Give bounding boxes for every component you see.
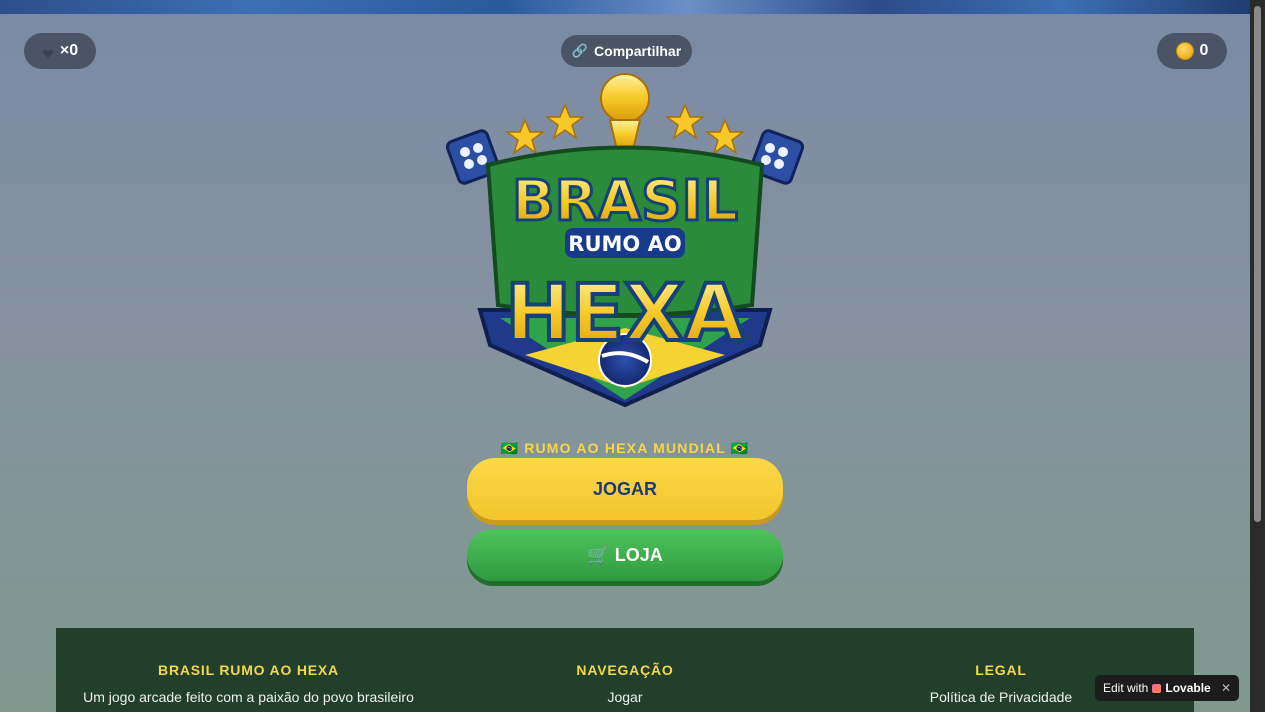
logo-line-hexa: HEXA: [505, 269, 744, 359]
logo-line-rumo: RUMO AO: [568, 232, 681, 256]
share-button[interactable]: 🔗 Compartilhar: [561, 35, 692, 67]
footer-about-text: Um jogo arcade feito com a paixão do pov…: [83, 689, 414, 705]
link-icon: 🔗: [571, 43, 589, 58]
footer-link-privacy[interactable]: Política de Privacidade: [876, 689, 1126, 705]
lovable-logo-icon: [1152, 683, 1162, 693]
logo-graphic: BRASIL RUMO AO HEXA: [445, 73, 805, 408]
badge-brand: Lovable: [1165, 681, 1211, 695]
footer: BRASIL RUMO AO HEXA Um jogo arcade feito…: [56, 628, 1194, 712]
game-logo: BRASIL RUMO AO HEXA: [440, 70, 810, 415]
close-icon[interactable]: ✕: [1221, 681, 1231, 695]
play-button[interactable]: JOGAR: [467, 458, 783, 520]
footer-nav-title: NAVEGAÇÃO: [576, 662, 674, 678]
logo-line-brasil: BRASIL: [512, 169, 738, 234]
lives-count: ×0: [59, 42, 79, 59]
tagline: 🇧🇷 RUMO AO HEXA MUNDIAL 🇧🇷: [500, 440, 750, 456]
footer-legal-title: LEGAL: [975, 662, 1027, 678]
footer-navigation: NAVEGAÇÃO Jogar: [500, 662, 750, 705]
coin-counter: 0: [1157, 33, 1227, 69]
footer-legal: LEGAL Política de Privacidade: [876, 662, 1126, 705]
footer-about-title: BRASIL RUMO AO HEXA: [158, 662, 339, 678]
footer-link-play[interactable]: Jogar: [500, 689, 750, 705]
coin-icon: [1175, 42, 1194, 60]
share-label: Compartilhar: [594, 43, 682, 59]
coin-count: 0: [1199, 42, 1209, 59]
footer-about: BRASIL RUMO AO HEXA Um jogo arcade feito…: [76, 662, 421, 705]
lives-icon: [42, 46, 54, 58]
scrollbar[interactable]: [1250, 0, 1265, 712]
shop-button[interactable]: 🛒 LOJA: [467, 529, 783, 581]
lives-counter: ×0: [24, 33, 96, 69]
edit-with-lovable-badge[interactable]: Edit with Lovable ✕: [1095, 675, 1239, 701]
trophy-icon: [600, 73, 650, 156]
top-banner-strip: [0, 0, 1250, 14]
badge-prefix: Edit with: [1103, 681, 1149, 695]
scrollbar-thumb[interactable]: [1254, 6, 1261, 522]
